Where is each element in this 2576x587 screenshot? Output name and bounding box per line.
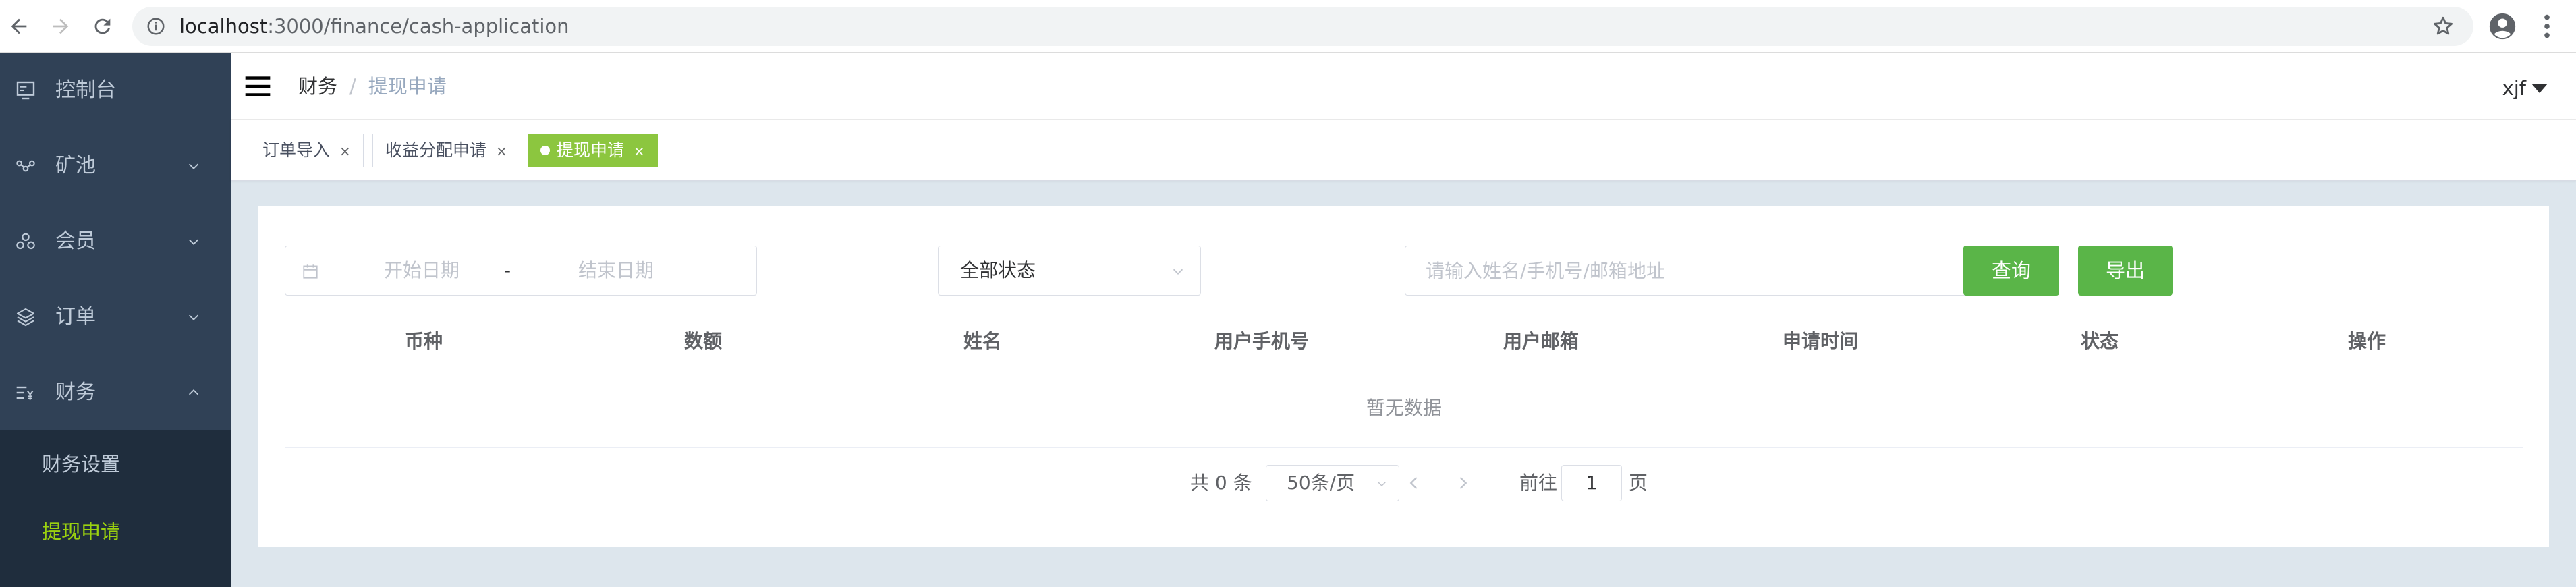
finance-submenu: 财务设置 提现申请: [0, 430, 231, 587]
chevron-down-icon: [1173, 269, 1183, 275]
profile-avatar-icon[interactable]: [2487, 11, 2518, 42]
tag-label: 订单导入: [262, 140, 331, 160]
back-arrow-icon: [11, 18, 27, 34]
reload-button[interactable]: [85, 9, 120, 44]
column-header-apply-time: 申请时间: [1782, 330, 1858, 352]
content-card: 开始日期 - 结束日期 全部状态 查询 导出 币种 数额 姓名 用户手机号 用户…: [258, 206, 2549, 547]
tags-view-bar: 订单导入 × 收益分配申请 × 提现申请 ×: [231, 120, 2576, 181]
user-menu[interactable]: xjf: [2502, 77, 2548, 100]
layers-icon: [16, 308, 35, 327]
column-header-currency: 币种: [404, 330, 443, 352]
url-host: localhost: [179, 15, 268, 38]
chevron-up-icon: [188, 389, 199, 395]
column-header-actions: 操作: [2347, 330, 2386, 352]
column-header-amount: 数额: [683, 330, 722, 352]
sidebar-item-label: 财务: [55, 381, 96, 404]
tag-label: 提现申请: [557, 140, 625, 160]
page-size-value: 50条/页: [1287, 472, 1355, 494]
chevron-down-icon: [1378, 482, 1386, 487]
table-header: 币种 数额 姓名 用户手机号 用户邮箱 申请时间 状态 操作: [285, 314, 2523, 368]
close-icon[interactable]: ×: [339, 143, 351, 159]
browser-toolbar: localhost:3000/finance/cash-application: [0, 0, 2576, 53]
submenu-item-label: 财务设置: [42, 453, 121, 476]
caret-down-icon: [2531, 84, 2548, 93]
date-range-picker[interactable]: 开始日期 - 结束日期: [285, 246, 757, 296]
tag-order-import[interactable]: 订单导入 ×: [250, 134, 364, 167]
status-select-value: 全部状态: [960, 259, 1036, 281]
range-separator: -: [504, 259, 511, 281]
address-bar[interactable]: localhost:3000/finance/cash-application: [132, 7, 2473, 46]
breadcrumb-separator: /: [349, 75, 356, 98]
close-icon[interactable]: ×: [496, 143, 507, 159]
pagination: 共 0 条 50条/页 前往 1 页: [258, 463, 2549, 503]
active-dot-icon: [540, 146, 550, 155]
url-text[interactable]: localhost:3000/finance/cash-application: [179, 7, 569, 46]
next-page-icon[interactable]: [1453, 474, 1472, 493]
status-select[interactable]: 全部状态: [938, 246, 1201, 296]
main-area: 财务 / 提现申请 xjf 订单导入 × 收益分配申请 × 提现申请 × 开始日期 -: [231, 53, 2576, 587]
chevron-down-icon: [188, 163, 199, 169]
page-suffix: 页: [1629, 472, 1648, 494]
hamburger-icon[interactable]: [243, 72, 273, 101]
search-input[interactable]: [1405, 246, 1965, 295]
submenu-item-cash-application[interactable]: 提现申请: [0, 498, 231, 565]
bookmark-star-icon[interactable]: [2432, 15, 2455, 38]
goto-label: 前往: [1519, 472, 1558, 494]
breadcrumb-item-current: 提现申请: [368, 75, 447, 98]
export-button[interactable]: 导出: [2078, 246, 2173, 296]
sidebar: 控制台 矿池 会员 订单 财务 财务设置 提现申请: [0, 53, 231, 587]
username: xjf: [2502, 77, 2526, 100]
breadcrumb: 财务 / 提现申请: [298, 53, 447, 120]
end-date-input[interactable]: 结束日期: [542, 246, 690, 295]
column-header-name: 姓名: [963, 330, 1001, 352]
members-icon: [16, 233, 35, 250]
data-table: 币种 数额 姓名 用户手机号 用户邮箱 申请时间 状态 操作 暂无数据: [285, 314, 2523, 448]
page-jump-input[interactable]: 1: [1561, 465, 1622, 501]
column-header-status: 状态: [2080, 330, 2119, 352]
tag-cash-application[interactable]: 提现申请 ×: [528, 134, 658, 167]
top-navbar: 财务 / 提现申请 xjf: [231, 53, 2576, 120]
sidebar-item-members[interactable]: 会员: [0, 204, 231, 279]
dashboard-icon: [16, 81, 35, 100]
reload-icon: [94, 18, 111, 34]
sidebar-item-orders[interactable]: 订单: [0, 279, 231, 355]
sidebar-item-dashboard[interactable]: 控制台: [0, 53, 231, 128]
sidebar-item-label: 会员: [55, 229, 96, 253]
pagination-total: 共 0 条: [1190, 472, 1252, 494]
column-header-phone: 用户手机号: [1214, 330, 1309, 352]
forward-button[interactable]: [43, 9, 78, 44]
browser-menu-icon[interactable]: [2531, 11, 2563, 42]
start-date-input[interactable]: 开始日期: [347, 246, 496, 295]
calendar-icon: [303, 264, 318, 279]
back-button[interactable]: [1, 9, 36, 44]
tag-label: 收益分配申请: [385, 140, 487, 160]
submenu-item-finance-settings[interactable]: 财务设置: [0, 430, 231, 498]
chevron-down-icon: [188, 239, 199, 245]
breadcrumb-item-finance[interactable]: 财务: [298, 75, 337, 98]
sidebar-item-finance[interactable]: 财务: [0, 355, 231, 430]
url-path: :3000/finance/cash-application: [267, 15, 569, 38]
close-icon[interactable]: ×: [634, 143, 645, 159]
page-size-select[interactable]: 50条/页: [1266, 465, 1399, 501]
column-header-email: 用户邮箱: [1503, 330, 1579, 352]
finance-icon: [16, 386, 34, 400]
chevron-down-icon: [188, 314, 199, 320]
submenu-item-label: 提现申请: [42, 520, 121, 543]
prev-page-icon[interactable]: [1405, 474, 1424, 493]
tag-revenue-distribution[interactable]: 收益分配申请 ×: [372, 134, 520, 167]
table-empty-text: 暂无数据: [285, 368, 2523, 448]
query-button[interactable]: 查询: [1963, 246, 2059, 296]
info-icon[interactable]: [146, 16, 166, 36]
sidebar-item-label: 订单: [55, 305, 96, 329]
sidebar-item-label: 矿池: [55, 154, 96, 177]
sidebar-item-pool[interactable]: 矿池: [0, 128, 231, 204]
sidebar-item-label: 控制台: [55, 78, 116, 102]
search-input-wrapper: [1405, 246, 1966, 296]
network-icon: [16, 160, 35, 172]
forward-arrow-icon: [53, 18, 69, 34]
